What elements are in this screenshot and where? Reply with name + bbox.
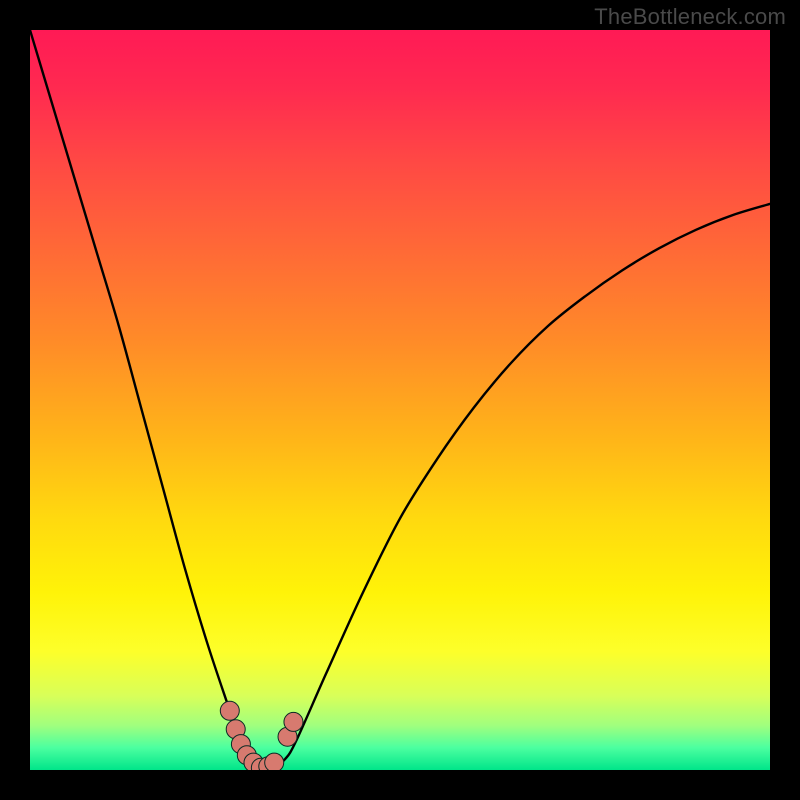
marker-valley-right-b xyxy=(265,753,284,770)
marker-left-cluster-start xyxy=(220,701,239,720)
chart-frame: TheBottleneck.com xyxy=(0,0,800,800)
bottleneck-curve xyxy=(30,30,770,769)
watermark-text: TheBottleneck.com xyxy=(594,4,786,30)
chart-svg xyxy=(30,30,770,770)
plot-area xyxy=(30,30,770,770)
marker-right-cluster-b xyxy=(284,712,303,731)
marker-group xyxy=(220,701,303,770)
